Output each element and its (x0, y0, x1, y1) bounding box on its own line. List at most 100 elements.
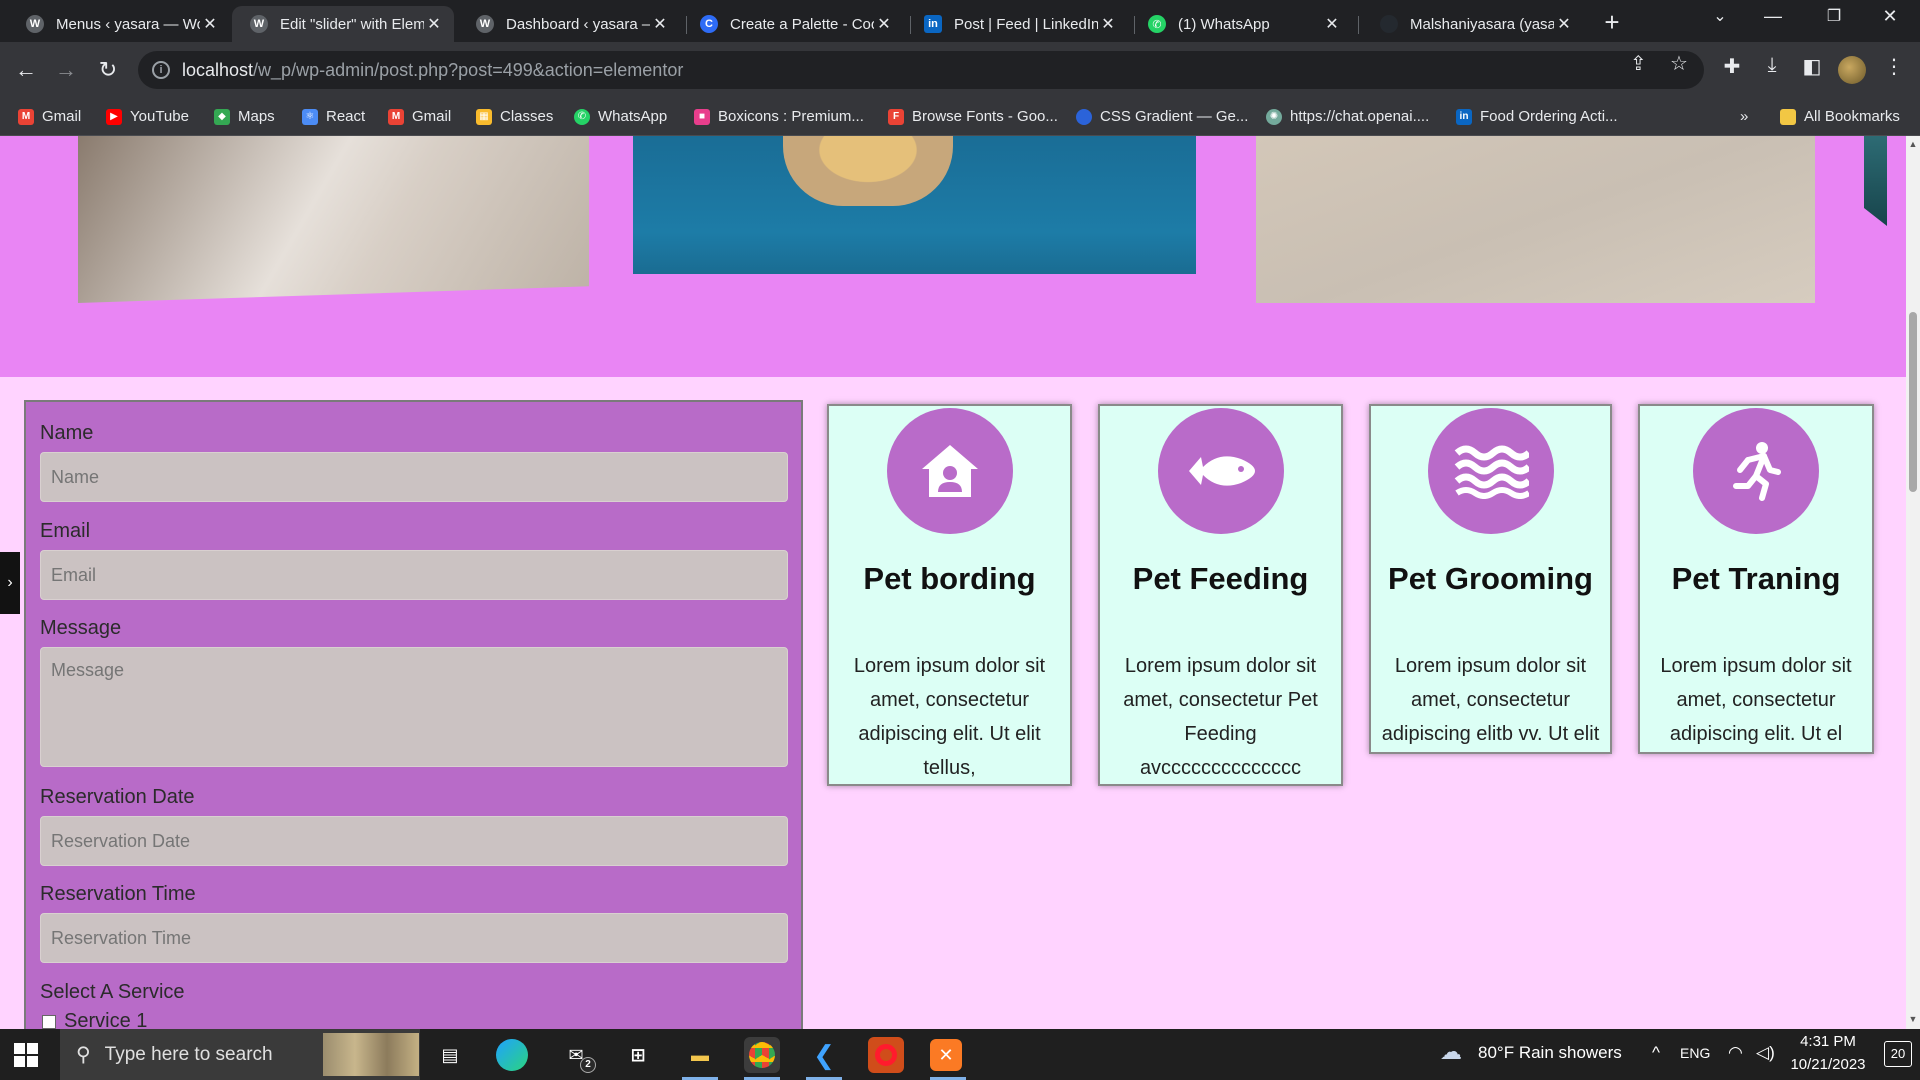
reload-button[interactable]: ↻ (92, 54, 124, 86)
bookmark-youtube[interactable]: ▶ YouTube (106, 108, 189, 125)
file-explorer-icon[interactable]: ▬ (682, 1037, 718, 1073)
reservation-time-input[interactable] (40, 913, 788, 963)
tab-whatsapp[interactable]: ✆ (1) WhatsApp ✕ (1130, 6, 1352, 42)
bookmark-openai[interactable]: ✺ https://chat.openai.... (1266, 108, 1429, 125)
scrollbar-thumb[interactable] (1909, 312, 1917, 492)
puppy-figure (783, 136, 953, 206)
bookmarks-overflow-button[interactable]: » (1740, 108, 1748, 125)
email-input[interactable] (40, 550, 788, 600)
extensions-icon[interactable]: ✚ (1716, 54, 1748, 79)
clock[interactable]: 4:31 PM 10/21/2023 (1786, 1033, 1870, 1073)
overflow-chevron-icon: » (1740, 108, 1749, 125)
rain-cloud-icon: ☁ (1440, 1039, 1462, 1064)
google-fonts-icon: F (888, 108, 904, 125)
wordpress-icon: W (250, 15, 268, 33)
scroll-up-arrow-icon[interactable]: ▲ (1906, 139, 1920, 149)
bookmark-food-ordering[interactable]: in Food Ordering Acti... (1456, 108, 1618, 125)
weather-text[interactable]: 80°F Rain showers (1478, 1043, 1622, 1063)
tab-menus[interactable]: W Menus ‹ yasara — WordPress ✕ (8, 6, 230, 42)
show-hidden-icons-icon[interactable]: ^ (1652, 1043, 1660, 1063)
bookmark-css-gradient[interactable]: CSS Gradient — Ge... (1076, 108, 1248, 125)
css-gradient-icon (1076, 108, 1092, 125)
download-icon[interactable]: ⤓ (1756, 54, 1788, 77)
back-button[interactable]: ← (10, 54, 42, 86)
bookmark-boxicons[interactable]: ■ Boxicons : Premium... (694, 108, 864, 125)
share-icon[interactable]: ⇪ (1630, 51, 1647, 76)
windows-start-button[interactable] (14, 1043, 38, 1067)
service-1-checkbox[interactable] (42, 1014, 56, 1029)
slider-image-cat[interactable] (78, 136, 589, 303)
service-title: Pet Feeding (1132, 561, 1309, 596)
address-bar[interactable]: i localhost/w_p/wp-admin/post.php?post=4… (138, 51, 1704, 89)
close-tab-icon[interactable]: ✕ (1098, 14, 1118, 34)
site-info-icon[interactable]: i (152, 61, 170, 79)
scroll-down-arrow-icon[interactable]: ▼ (1906, 1014, 1920, 1024)
bookmark-whatsapp[interactable]: ✆ WhatsApp (574, 108, 667, 125)
name-input[interactable] (40, 452, 788, 502)
coolors-icon: C (700, 15, 718, 33)
minimize-button[interactable]: — (1753, 6, 1793, 27)
new-tab-button[interactable]: + (1598, 8, 1626, 36)
gmail-icon: M (18, 108, 34, 125)
close-tab-icon[interactable]: ✕ (200, 14, 220, 34)
page-scrollbar[interactable]: ▲ ▼ (1906, 136, 1920, 1029)
browser-toolbar: ← → ↻ i localhost/w_p/wp-admin/post.php?… (0, 42, 1920, 98)
forward-button[interactable]: → (50, 54, 82, 86)
openai-icon: ✺ (1266, 108, 1282, 125)
service-1-option[interactable]: Service 1 (42, 1010, 147, 1029)
bookmark-classes[interactable]: ▦ Classes (476, 108, 553, 125)
close-tab-icon[interactable]: ✕ (874, 14, 894, 34)
microsoft-store-icon[interactable]: ⊞ (620, 1037, 656, 1073)
service-description: Lorem ipsum dolor sit amet, consectetur … (1381, 655, 1600, 745)
name-label: Name (40, 422, 94, 444)
message-textarea[interactable] (40, 647, 788, 767)
mail-icon[interactable]: ✉ 2 (558, 1037, 596, 1073)
chrome-icon[interactable] (744, 1037, 780, 1073)
vscode-icon[interactable]: ❮ (806, 1037, 842, 1073)
service-title: Pet Traning (1671, 561, 1841, 596)
bookmark-google-fonts[interactable]: F Browse Fonts - Goo... (888, 108, 1058, 125)
tab-linkedin[interactable]: in Post | Feed | LinkedIn ✕ (906, 6, 1128, 42)
notification-center-icon[interactable]: 20 (1884, 1041, 1912, 1067)
tab-edit-slider[interactable]: W Edit "slider" with Elementor ✕ (232, 6, 454, 42)
windows-taskbar: ⚲ Type here to search ▤ ✉ 2 ⊞ ▬ ❮ ✕ ☁ 80°… (0, 1029, 1920, 1080)
close-window-button[interactable]: ✕ (1870, 6, 1910, 27)
slider-image-partial[interactable] (1864, 136, 1887, 226)
tab-title: Create a Palette - Coolors (730, 15, 874, 33)
tab-title: Malshaniyasara (yasara) (1410, 15, 1554, 33)
xampp-icon[interactable]: ✕ (930, 1039, 962, 1071)
panel-toggle-button[interactable]: › (0, 552, 20, 614)
slider-image-floor[interactable] (1256, 136, 1815, 303)
tab-dashboard[interactable]: W Dashboard ‹ yasara — WordPress ✕ (458, 6, 680, 42)
bookmark-star-icon[interactable]: ☆ (1670, 51, 1688, 76)
opera-icon[interactable] (868, 1037, 904, 1073)
boxicons-icon: ■ (694, 108, 710, 125)
tab-coolors[interactable]: C Create a Palette - Coolors ✕ (682, 6, 904, 42)
volume-icon[interactable]: ◁) (1756, 1043, 1775, 1063)
bookmark-maps[interactable]: ◆ Maps (214, 108, 275, 125)
search-icon: ⚲ (76, 1044, 91, 1066)
close-tab-icon[interactable]: ✕ (1322, 14, 1342, 34)
tab-github[interactable]: Malshaniyasara (yasara) ✕ (1362, 6, 1584, 42)
side-panel-icon[interactable]: ◧ (1796, 54, 1828, 79)
all-bookmarks-button[interactable]: All Bookmarks (1780, 108, 1900, 125)
wifi-icon[interactable]: ◠ (1728, 1043, 1743, 1063)
restore-button[interactable]: ❐ (1814, 6, 1854, 26)
tab-search-icon[interactable]: ⌄ (1700, 6, 1740, 26)
close-tab-icon[interactable]: ✕ (1554, 14, 1574, 34)
close-tab-icon[interactable]: ✕ (650, 14, 670, 34)
service-1-label: Service 1 (64, 1010, 148, 1029)
task-view-icon[interactable]: ▤ (432, 1037, 468, 1073)
bookmark-gmail-2[interactable]: M Gmail (388, 108, 451, 125)
bookmark-gmail[interactable]: M Gmail (18, 108, 81, 125)
input-method-icon[interactable]: ENG (1680, 1045, 1710, 1061)
bookmark-react[interactable]: ⚛ React (302, 108, 365, 125)
close-tab-icon[interactable]: ✕ (424, 14, 444, 34)
profile-avatar[interactable] (1838, 56, 1866, 84)
slider-image-puppy[interactable] (633, 136, 1196, 274)
edge-icon[interactable] (496, 1039, 528, 1071)
bookmark-label: Browse Fonts - Goo... (912, 108, 1058, 125)
reservation-date-input[interactable] (40, 816, 788, 866)
bookmark-label: YouTube (130, 108, 189, 125)
menu-kebab-icon[interactable]: ⋮ (1878, 54, 1910, 79)
